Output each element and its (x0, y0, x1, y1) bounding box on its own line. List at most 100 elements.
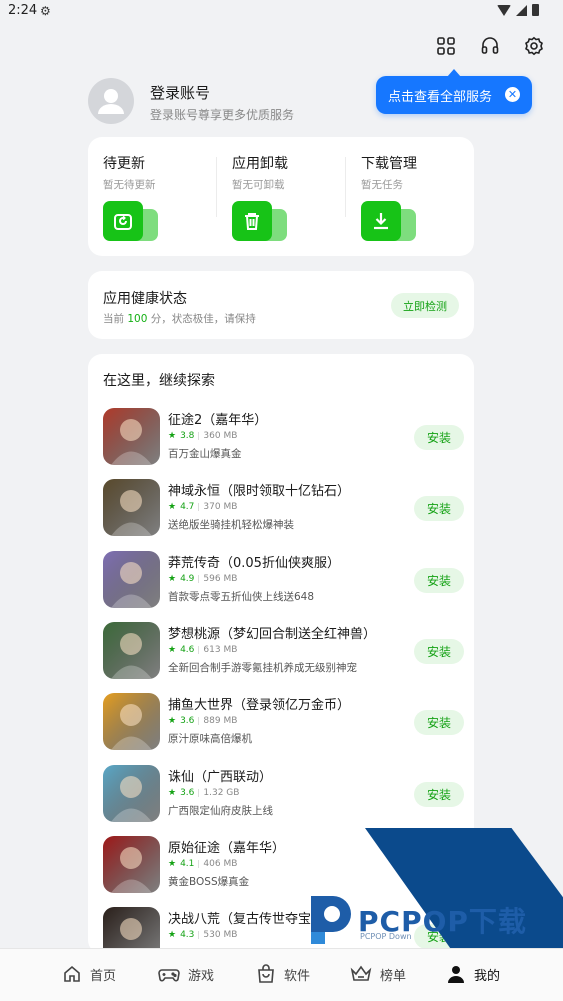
star-icon: ★ (168, 502, 177, 513)
status-time: 2:24 (8, 3, 38, 18)
explore-title: 在这里，继续探索 (103, 373, 215, 389)
app-rating: 4.1 (180, 858, 195, 869)
app-icon[interactable] (103, 621, 160, 679)
app-size: 889 MB (203, 716, 238, 727)
app-meta: ★ 3.6 1.32 GB (168, 788, 239, 798)
install-button[interactable]: 安装 (414, 496, 464, 522)
app-icon[interactable] (103, 479, 160, 537)
health-score: 100 (127, 313, 148, 325)
app-size: 1.32 GB (203, 787, 240, 798)
app-icon[interactable] (103, 550, 160, 608)
star-icon: ★ (168, 787, 177, 798)
avatar[interactable] (88, 78, 134, 124)
install-button[interactable]: 安装 (414, 425, 464, 450)
login-title[interactable]: 登录账号 (150, 82, 210, 103)
app-meta: ★ 3.8 360 MB (168, 431, 237, 441)
nav-mine[interactable]: 我的 (446, 964, 500, 984)
gamepad-icon (158, 969, 180, 982)
app-rating: 4.9 (180, 573, 195, 584)
app-description: 原汁原味高倍爆机 (168, 733, 252, 746)
nav-home[interactable]: 首页 (62, 964, 116, 984)
app-size: 613 MB (203, 644, 238, 655)
star-icon: ★ (168, 716, 177, 727)
app-size: 360 MB (203, 431, 238, 441)
app-size: 596 MB (203, 573, 238, 584)
tooltip-text: 点击查看全部服务 (388, 89, 493, 105)
battery-icon (532, 4, 539, 16)
star-icon: ★ (168, 930, 177, 941)
app-name: 诛仙（广西联动） (168, 769, 273, 785)
app-rating: 3.6 (180, 787, 195, 798)
install-button[interactable]: 安装 (414, 710, 464, 736)
pending-updates[interactable]: 待更新 暂无待更新 (88, 137, 216, 256)
app-description: 全新回合制手游零氪挂机养成无级别神宠 (168, 661, 357, 674)
app-description: 首款零点零五折仙侠上线送648 (168, 590, 315, 603)
app-icon[interactable] (103, 907, 160, 954)
app-name: 征途2（嘉年华） (168, 413, 268, 428)
install-button[interactable]: 安装 (414, 781, 464, 807)
nav-games[interactable]: 游戏 (158, 964, 214, 984)
customer-service-icon[interactable] (479, 35, 501, 57)
signal-icon (516, 4, 527, 16)
app-description: 百万金山爆真金 (168, 448, 242, 460)
app-rating: 4.3 (180, 930, 195, 941)
status-gear-icon: ⚙ (40, 4, 51, 18)
update-icon (103, 201, 143, 241)
install-button[interactable]: 安装 (414, 567, 464, 593)
pending-updates-title: 待更新 (103, 156, 145, 172)
app-management-card: 待更新 暂无待更新 应用卸载 暂无可卸载 下载管理 暂无任务 (88, 137, 474, 256)
app-list-item[interactable]: 莽荒传奇（0.05折仙侠爽服） ★ 4.9 596 MB 首款零点零五折仙侠上线… (103, 550, 464, 609)
services-tooltip[interactable]: 点击查看全部服务 ✕ (376, 69, 532, 114)
app-description: 黄金BOSS爆真金 (168, 875, 250, 888)
app-icon[interactable] (103, 693, 160, 751)
nav-software[interactable]: 软件 (256, 964, 310, 984)
app-list-item[interactable]: 诛仙（广西联动） ★ 3.6 1.32 GB 广西限定仙府皮肤上线 安装 (103, 764, 464, 823)
app-rating: 4.7 (180, 502, 195, 513)
app-uninstall[interactable]: 应用卸载 暂无可卸载 (217, 137, 345, 256)
app-rating: 3.6 (180, 716, 195, 727)
pending-updates-subtitle: 暂无待更新 (103, 179, 156, 191)
app-size: 406 MB (203, 858, 238, 869)
app-icon[interactable] (103, 835, 160, 893)
status-indicators (497, 4, 539, 16)
app-health-card: 应用健康状态 当前 100 分，状态极佳，请保持 立即检测 (88, 271, 474, 339)
star-icon: ★ (168, 858, 177, 869)
app-list-item[interactable]: 神域永恒（限时领取十亿钻石） ★ 4.7 370 MB 送绝版坐骑挂机轻松爆神装… (103, 479, 464, 537)
health-subtitle: 当前 100 分，状态极佳，请保持 (103, 313, 256, 325)
tooltip-close-icon[interactable]: ✕ (505, 87, 520, 102)
app-meta: ★ 4.9 596 MB (168, 574, 237, 584)
wifi-icon (497, 4, 511, 16)
nav-rankings[interactable]: 榜单 (350, 964, 406, 984)
check-now-button[interactable]: 立即检测 (391, 293, 459, 318)
app-description: 送绝版坐骑挂机轻松爆神装 (168, 519, 294, 532)
person-icon (448, 966, 464, 983)
bottom-nav: 首页 游戏 软件 榜单 我的 (0, 948, 563, 1001)
app-meta: ★ 4.6 613 MB (168, 645, 237, 655)
app-icon[interactable] (103, 764, 160, 822)
app-meta: ★ 4.7 370 MB (168, 502, 237, 512)
install-button[interactable]: 安装 (414, 638, 464, 664)
app-rating: 4.6 (180, 644, 195, 655)
app-size: 530 MB (203, 930, 238, 941)
app-size: 370 MB (203, 502, 238, 513)
download-manager[interactable]: 下载管理 暂无任务 (346, 137, 474, 256)
watermark-small: PCPOP Down (360, 932, 412, 941)
star-icon: ★ (168, 644, 177, 655)
app-icon[interactable] (103, 408, 160, 465)
app-uninstall-title: 应用卸载 (232, 156, 288, 172)
bag-icon (258, 964, 274, 983)
watermark-logo-icon (303, 892, 353, 947)
download-manager-subtitle: 暂无任务 (361, 179, 403, 191)
app-uninstall-subtitle: 暂无可卸载 (232, 179, 285, 191)
all-services-icon[interactable] (435, 35, 457, 57)
crown-icon (350, 965, 372, 981)
app-meta: ★ 4.3 530 MB (168, 930, 237, 940)
app-name: 莽荒传奇（0.05折仙侠爽服） (168, 555, 340, 571)
app-list-item[interactable]: 捕鱼大世界（登录领亿万金币） ★ 3.6 889 MB 原汁原味高倍爆机 安装 (103, 693, 464, 751)
top-toolbar (435, 35, 545, 57)
app-name: 捕鱼大世界（登录领亿万金币） (168, 698, 351, 714)
app-list-item[interactable]: 征途2（嘉年华） ★ 3.8 360 MB 百万金山爆真金 安装 (103, 408, 464, 466)
app-meta: ★ 4.1 406 MB (168, 859, 237, 869)
app-list-item[interactable]: 梦想桃源（梦幻回合制送全红神兽） ★ 4.6 613 MB 全新回合制手游零氪挂… (103, 621, 464, 680)
settings-icon[interactable] (523, 35, 545, 57)
